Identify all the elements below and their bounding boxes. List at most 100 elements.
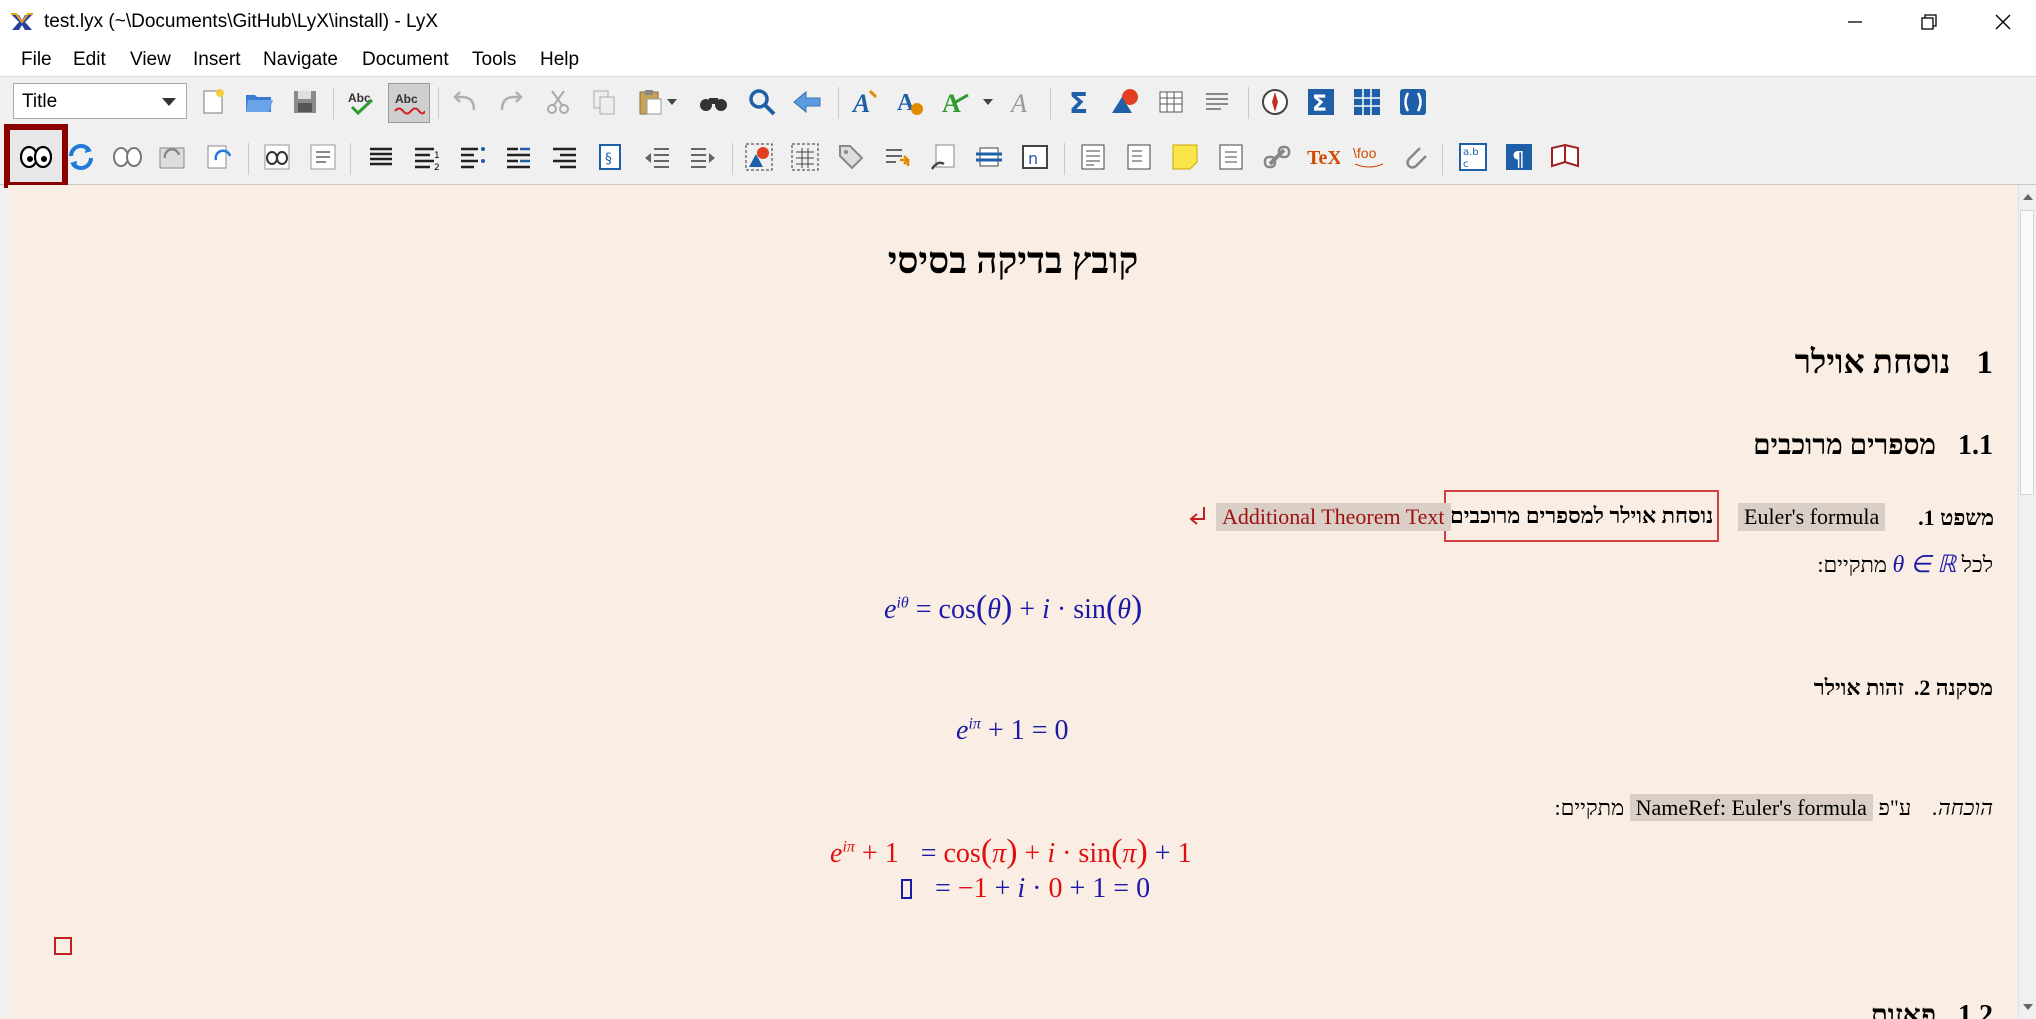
insert-command-button[interactable]: \foo	[1352, 140, 1386, 174]
search-button[interactable]	[745, 85, 779, 119]
emphasis-button[interactable]: A	[848, 85, 882, 119]
insert-nomenclature-button[interactable]: n	[1018, 140, 1052, 174]
box-icon	[1219, 144, 1243, 170]
insert-note-button[interactable]	[1168, 140, 1202, 174]
theorem-optarg-inset[interactable]: Euler's formula	[1738, 503, 1886, 531]
document-workarea[interactable]: קובץ בדיקה בסיסי 1 נוסחת אוילר 1.1 מספרים …	[8, 185, 2018, 1019]
insert-list-button[interactable]	[1200, 85, 1234, 119]
close-button[interactable]	[1966, 0, 2036, 44]
aligned-equation-line1[interactable]: eiπ + 1 = cos(π) + i · sin(π) + 1	[830, 833, 1192, 871]
copy-button[interactable]	[587, 85, 621, 119]
math-delimiters-button[interactable]	[1396, 85, 1430, 119]
numbered-list-button[interactable]: 12	[410, 140, 444, 174]
view-source-button[interactable]	[260, 140, 294, 174]
insert-graphics-button[interactable]	[1108, 85, 1142, 119]
menu-edit[interactable]: Edit	[73, 47, 106, 73]
view-master-button[interactable]	[110, 140, 144, 174]
insert-marginal-note-button[interactable]	[1122, 140, 1156, 174]
new-document-button[interactable]	[196, 85, 230, 119]
toggle-source-button[interactable]	[306, 140, 340, 174]
theorem-name-box[interactable]: נוסחת אוילר למספרים מרוכבים	[1444, 490, 1720, 542]
toggle-formatting-marks-button[interactable]: ¶	[1502, 140, 1536, 174]
cross-reference-icon	[886, 149, 910, 166]
cut-button[interactable]	[541, 85, 575, 119]
insert-attachment-button[interactable]	[1398, 140, 1432, 174]
undo-button[interactable]	[448, 85, 482, 119]
save-button[interactable]	[288, 85, 322, 119]
subsection-title: פאזות	[1870, 1000, 1936, 1019]
empty-math-cell[interactable]	[901, 879, 912, 899]
restore-button[interactable]	[1892, 0, 1966, 44]
nameref-inset[interactable]: NameRef: Euler's formula	[1629, 794, 1873, 821]
menu-file[interactable]: File	[21, 47, 52, 73]
paragraph-layout-select[interactable]: Title	[13, 83, 187, 119]
insert-label-button[interactable]	[834, 140, 868, 174]
menu-navigate[interactable]: Navigate	[263, 47, 338, 73]
bullet-list-icon	[461, 147, 485, 169]
insert-table-button[interactable]	[1154, 85, 1188, 119]
spelling-check-button[interactable]: a.b c	[1456, 140, 1490, 174]
euler-identity[interactable]: eiπ + 1 = 0	[956, 715, 1069, 747]
menu-view[interactable]: View	[130, 47, 171, 73]
insert-index-button[interactable]	[972, 140, 1006, 174]
font-default-button[interactable]: A	[1006, 85, 1040, 119]
menu-help[interactable]: Help	[540, 47, 579, 73]
euler-formula[interactable]: eiθ = cos(θ) + i · sin(θ)	[884, 589, 1142, 627]
menu-document[interactable]: Document	[362, 47, 449, 73]
svg-text:Σ: Σ	[1312, 92, 1327, 117]
update-master-button[interactable]	[156, 140, 190, 174]
math-matrix-button[interactable]	[1350, 85, 1384, 119]
export-button[interactable]	[202, 140, 236, 174]
index-icon	[976, 147, 1002, 167]
minimize-button[interactable]	[1818, 0, 1892, 44]
insert-figure-float-button[interactable]	[742, 140, 776, 174]
theorem-body-pre: לכל	[1961, 552, 1993, 577]
text-style-button[interactable]: A	[938, 85, 972, 119]
svg-text:§: §	[605, 151, 612, 167]
navigator-button[interactable]	[1258, 85, 1292, 119]
itemize-button[interactable]	[456, 140, 490, 174]
paragraph-settings-button[interactable]: §	[594, 140, 628, 174]
compass-icon	[1262, 89, 1288, 115]
noun-button[interactable]: A	[893, 85, 927, 119]
align-justify-button[interactable]	[364, 140, 398, 174]
continuous-spellcheck-button[interactable]: Abc	[388, 83, 430, 123]
enumerate-button[interactable]	[548, 140, 582, 174]
subsection-number: 1.1	[1958, 430, 1993, 461]
aligned-equation-line2[interactable]: = −1 + i · 0 + 1 = 0	[901, 873, 1150, 905]
depth-decrease-button[interactable]	[640, 140, 674, 174]
view-pdf-button[interactable]	[19, 140, 53, 174]
empty-paragraph-marker[interactable]	[54, 937, 72, 955]
insert-citation-button[interactable]	[926, 140, 960, 174]
menu-tools[interactable]: Tools	[472, 47, 516, 73]
insert-hyperlink-button[interactable]	[1260, 140, 1294, 174]
spellcheck-icon: Abc	[348, 91, 374, 116]
open-button[interactable]	[242, 85, 276, 119]
additional-theorem-text-inset[interactable]: Additional Theorem Text	[1216, 503, 1451, 531]
svg-text:TeX: TeX	[1307, 147, 1340, 169]
text-style-dropdown[interactable]	[980, 85, 996, 119]
redo-button[interactable]	[494, 85, 528, 119]
paste-button[interactable]	[633, 85, 667, 119]
insert-math-button[interactable]: Σ	[1063, 85, 1097, 119]
insert-table-float-button[interactable]	[788, 140, 822, 174]
insert-tex-code-button[interactable]: TeX	[1306, 140, 1340, 174]
menu-insert[interactable]: Insert	[193, 47, 241, 73]
documentation-button[interactable]	[1548, 140, 1582, 174]
scrollbar-thumb[interactable]	[2020, 210, 2034, 495]
update-master-icon	[159, 147, 185, 169]
spellcheck-button[interactable]: Abc	[345, 85, 379, 119]
insert-cross-reference-button[interactable]	[880, 140, 914, 174]
view-source-icon	[264, 144, 290, 170]
tex-icon: TeX	[1307, 147, 1340, 169]
link-icon	[1263, 145, 1291, 169]
update-pdf-button[interactable]	[64, 140, 98, 174]
back-button[interactable]	[790, 85, 824, 119]
depth-increase-button[interactable]	[686, 140, 720, 174]
math-panel-button[interactable]: Σ	[1304, 85, 1338, 119]
insert-ert-box-button[interactable]	[1214, 140, 1248, 174]
find-replace-button[interactable]	[697, 85, 731, 119]
insert-footnote-button[interactable]	[1076, 140, 1110, 174]
paste-dropdown[interactable]	[664, 85, 680, 119]
description-button[interactable]	[502, 140, 536, 174]
